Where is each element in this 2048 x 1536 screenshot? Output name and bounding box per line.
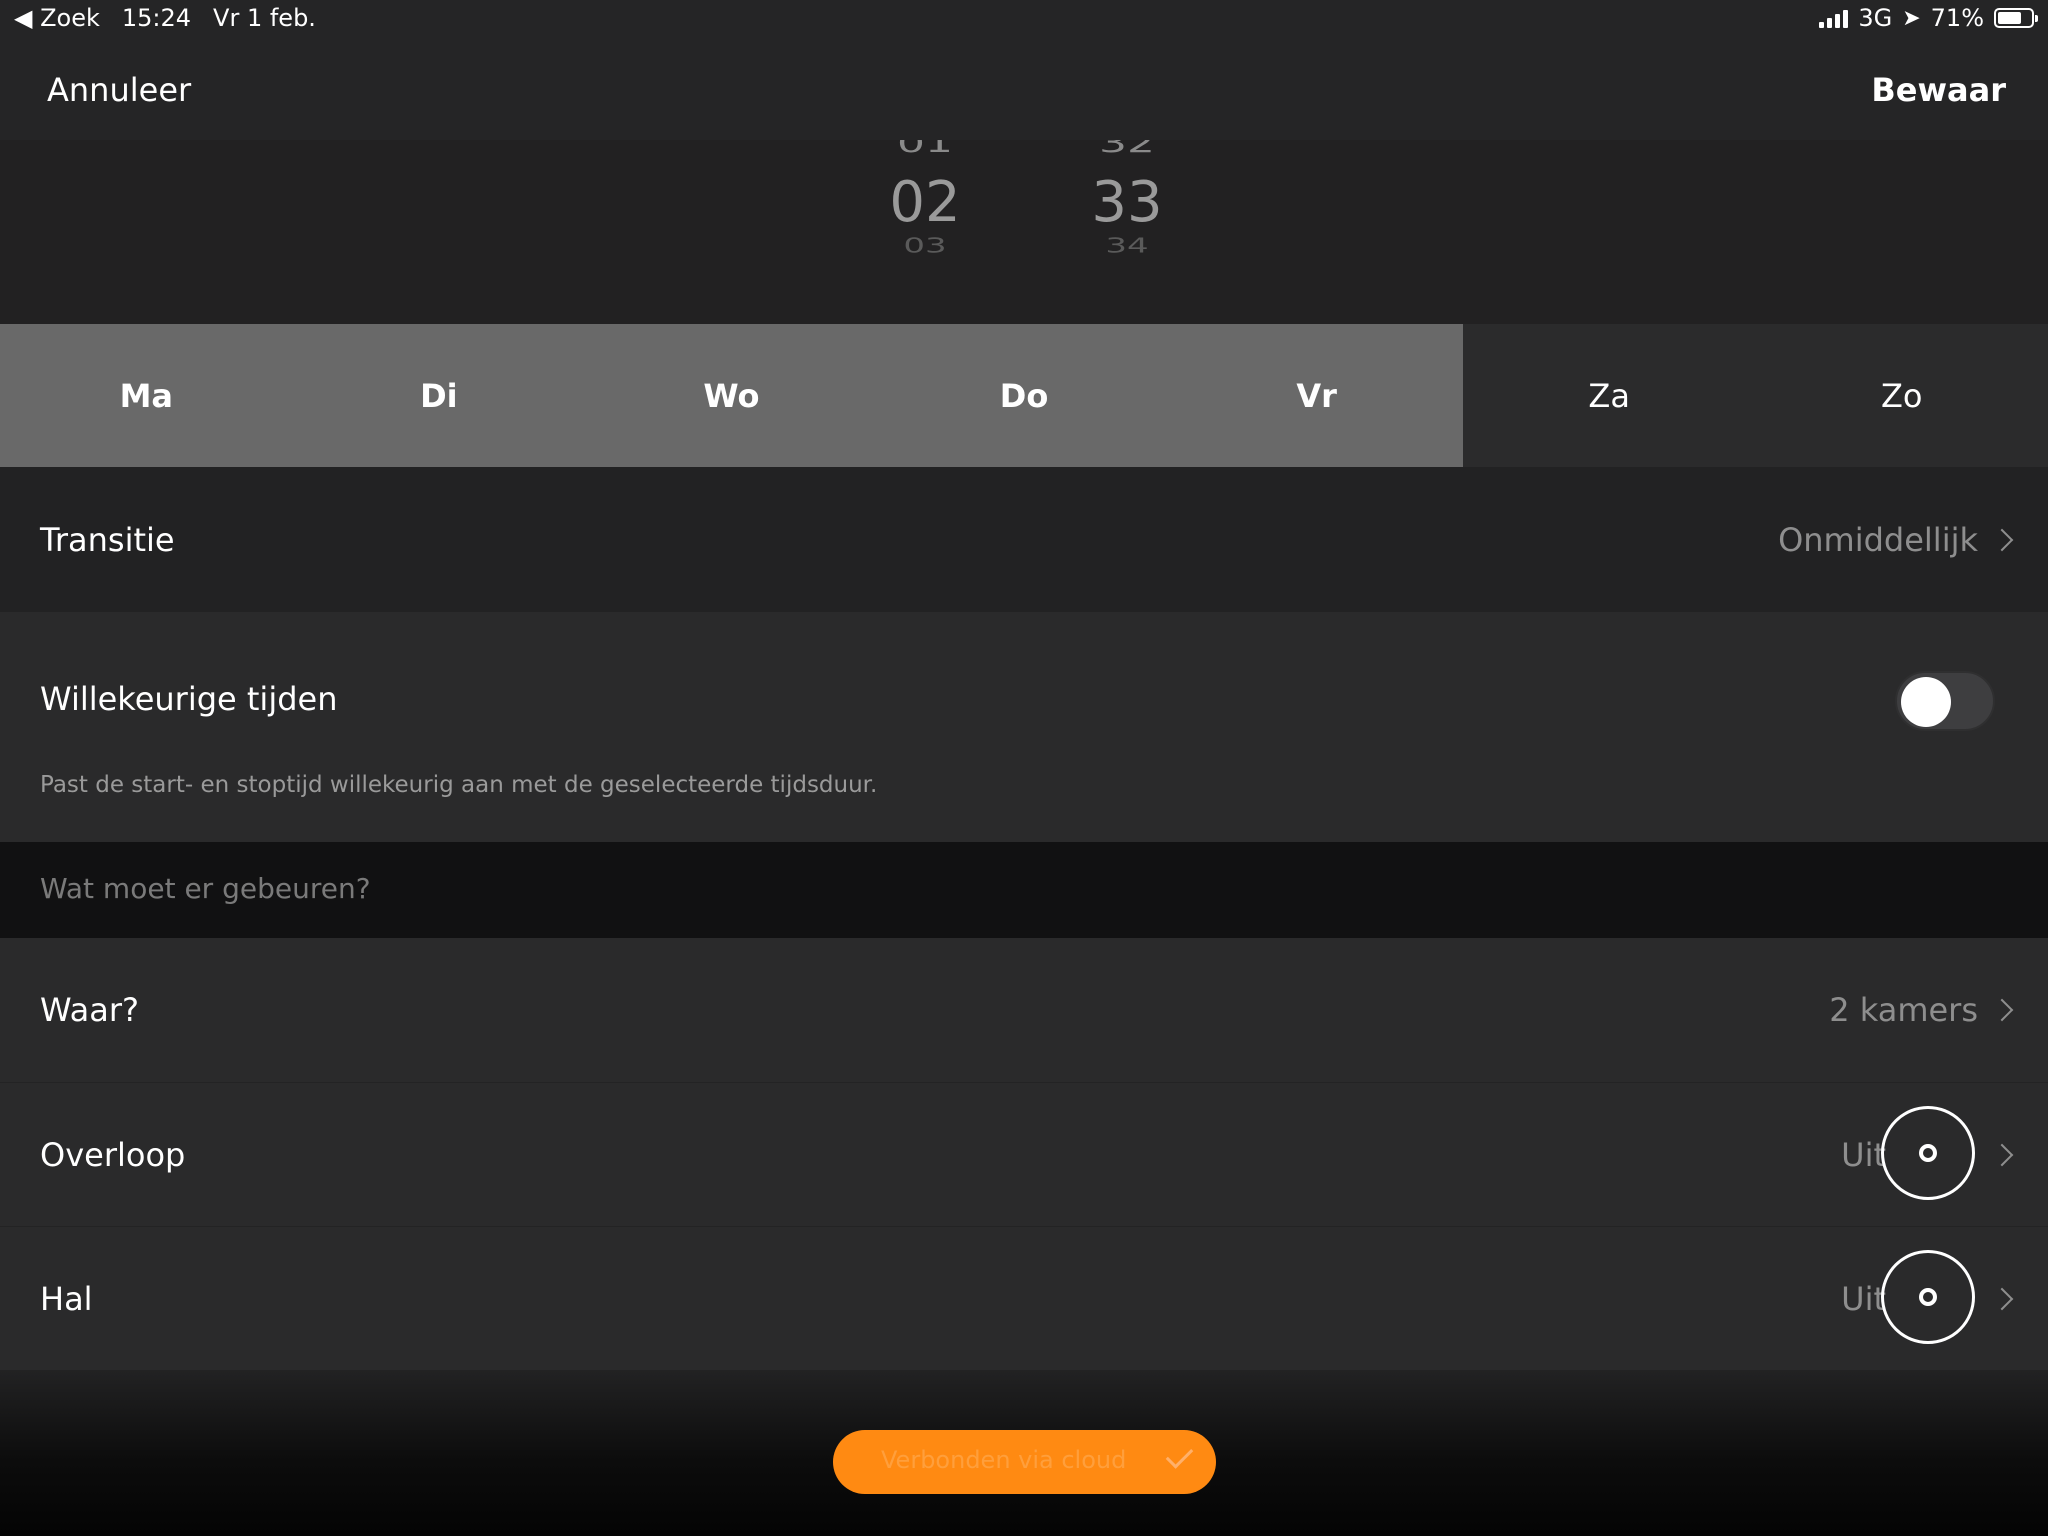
- power-toggle-hal[interactable]: [1881, 1250, 1975, 1344]
- random-times-toggle[interactable]: [1895, 671, 1995, 731]
- time-picker[interactable]: 01 02 03 32 33 34: [0, 140, 2048, 324]
- minute-option[interactable]: 34: [1057, 234, 1197, 258]
- room-name: Overloop: [40, 1135, 186, 1174]
- room-state: Uit: [1841, 1135, 1886, 1174]
- room-row-hal[interactable]: Hal Uit: [0, 1226, 2048, 1370]
- day-selector: Ma Di Wo Do Vr Za Zo: [0, 324, 2048, 467]
- random-times-row: [0, 612, 2048, 842]
- navigation-bar: Annuleer Bewaar: [0, 38, 2048, 141]
- hour-option[interactable]: 03: [855, 234, 995, 258]
- room-name: Hal: [40, 1279, 93, 1318]
- location-arrow-icon: ➤: [1902, 5, 1921, 31]
- status-date: Vr 1 feb.: [213, 4, 316, 32]
- chevron-right-icon: [1990, 998, 2014, 1022]
- transition-label: Transitie: [40, 520, 175, 559]
- minute-option-selected[interactable]: 33: [1057, 170, 1197, 235]
- power-icon: [1919, 1288, 1937, 1306]
- day-wednesday[interactable]: Wo: [585, 324, 878, 467]
- where-value: 2 kamers: [1829, 991, 1978, 1029]
- cloud-status-pill[interactable]: Verbonden via cloud: [833, 1430, 1216, 1494]
- status-bar: ◀ Zoek 15:24 Vr 1 feb. 3G ➤ 71%: [0, 0, 2048, 38]
- room-state: Uit: [1841, 1279, 1886, 1318]
- section-header-label: Wat moet er gebeuren?: [40, 872, 371, 905]
- save-button[interactable]: Bewaar: [1871, 71, 2006, 109]
- day-friday[interactable]: Vr: [1170, 324, 1463, 467]
- random-times-label: Willekeurige tijden: [40, 680, 338, 718]
- transition-value: Onmiddellijk: [1778, 520, 1978, 559]
- where-row[interactable]: Waar? 2 kamers: [0, 938, 2048, 1082]
- network-type: 3G: [1858, 4, 1893, 32]
- back-to-app-link[interactable]: ◀ Zoek: [14, 4, 100, 32]
- checkmark-icon: [1165, 1441, 1194, 1469]
- day-thursday[interactable]: Do: [877, 324, 1171, 467]
- minute-option[interactable]: 32: [1057, 140, 1197, 159]
- transition-row[interactable]: Transitie Onmiddellijk: [0, 467, 2048, 612]
- random-times-description: Past de start- en stoptijd willekeurig a…: [40, 772, 878, 798]
- hour-option-selected[interactable]: 02: [855, 170, 995, 235]
- day-saturday[interactable]: Za: [1462, 324, 1756, 467]
- hour-option[interactable]: 01: [855, 140, 995, 159]
- toggle-knob: [1901, 677, 1951, 727]
- section-header: Wat moet er gebeuren?: [0, 842, 2048, 938]
- battery-percent: 71%: [1930, 4, 1984, 32]
- power-icon: [1919, 1144, 1937, 1162]
- cloud-status-label: Verbonden via cloud: [881, 1446, 1127, 1474]
- signal-icon: [1819, 8, 1849, 28]
- power-toggle-overloop[interactable]: [1881, 1106, 1975, 1200]
- day-sunday[interactable]: Zo: [1755, 324, 2048, 467]
- chevron-right-icon: [1990, 1287, 2014, 1310]
- room-row-overloop[interactable]: Overloop Uit: [0, 1082, 2048, 1226]
- chevron-right-icon: [1990, 1143, 2014, 1166]
- cancel-button[interactable]: Annuleer: [47, 71, 191, 109]
- day-monday[interactable]: Ma: [0, 324, 293, 467]
- battery-icon: [1994, 8, 2038, 28]
- chevron-right-icon: [1990, 528, 2014, 551]
- day-tuesday[interactable]: Di: [292, 324, 586, 467]
- status-time: 15:24: [121, 4, 192, 32]
- where-label: Waar?: [40, 991, 139, 1029]
